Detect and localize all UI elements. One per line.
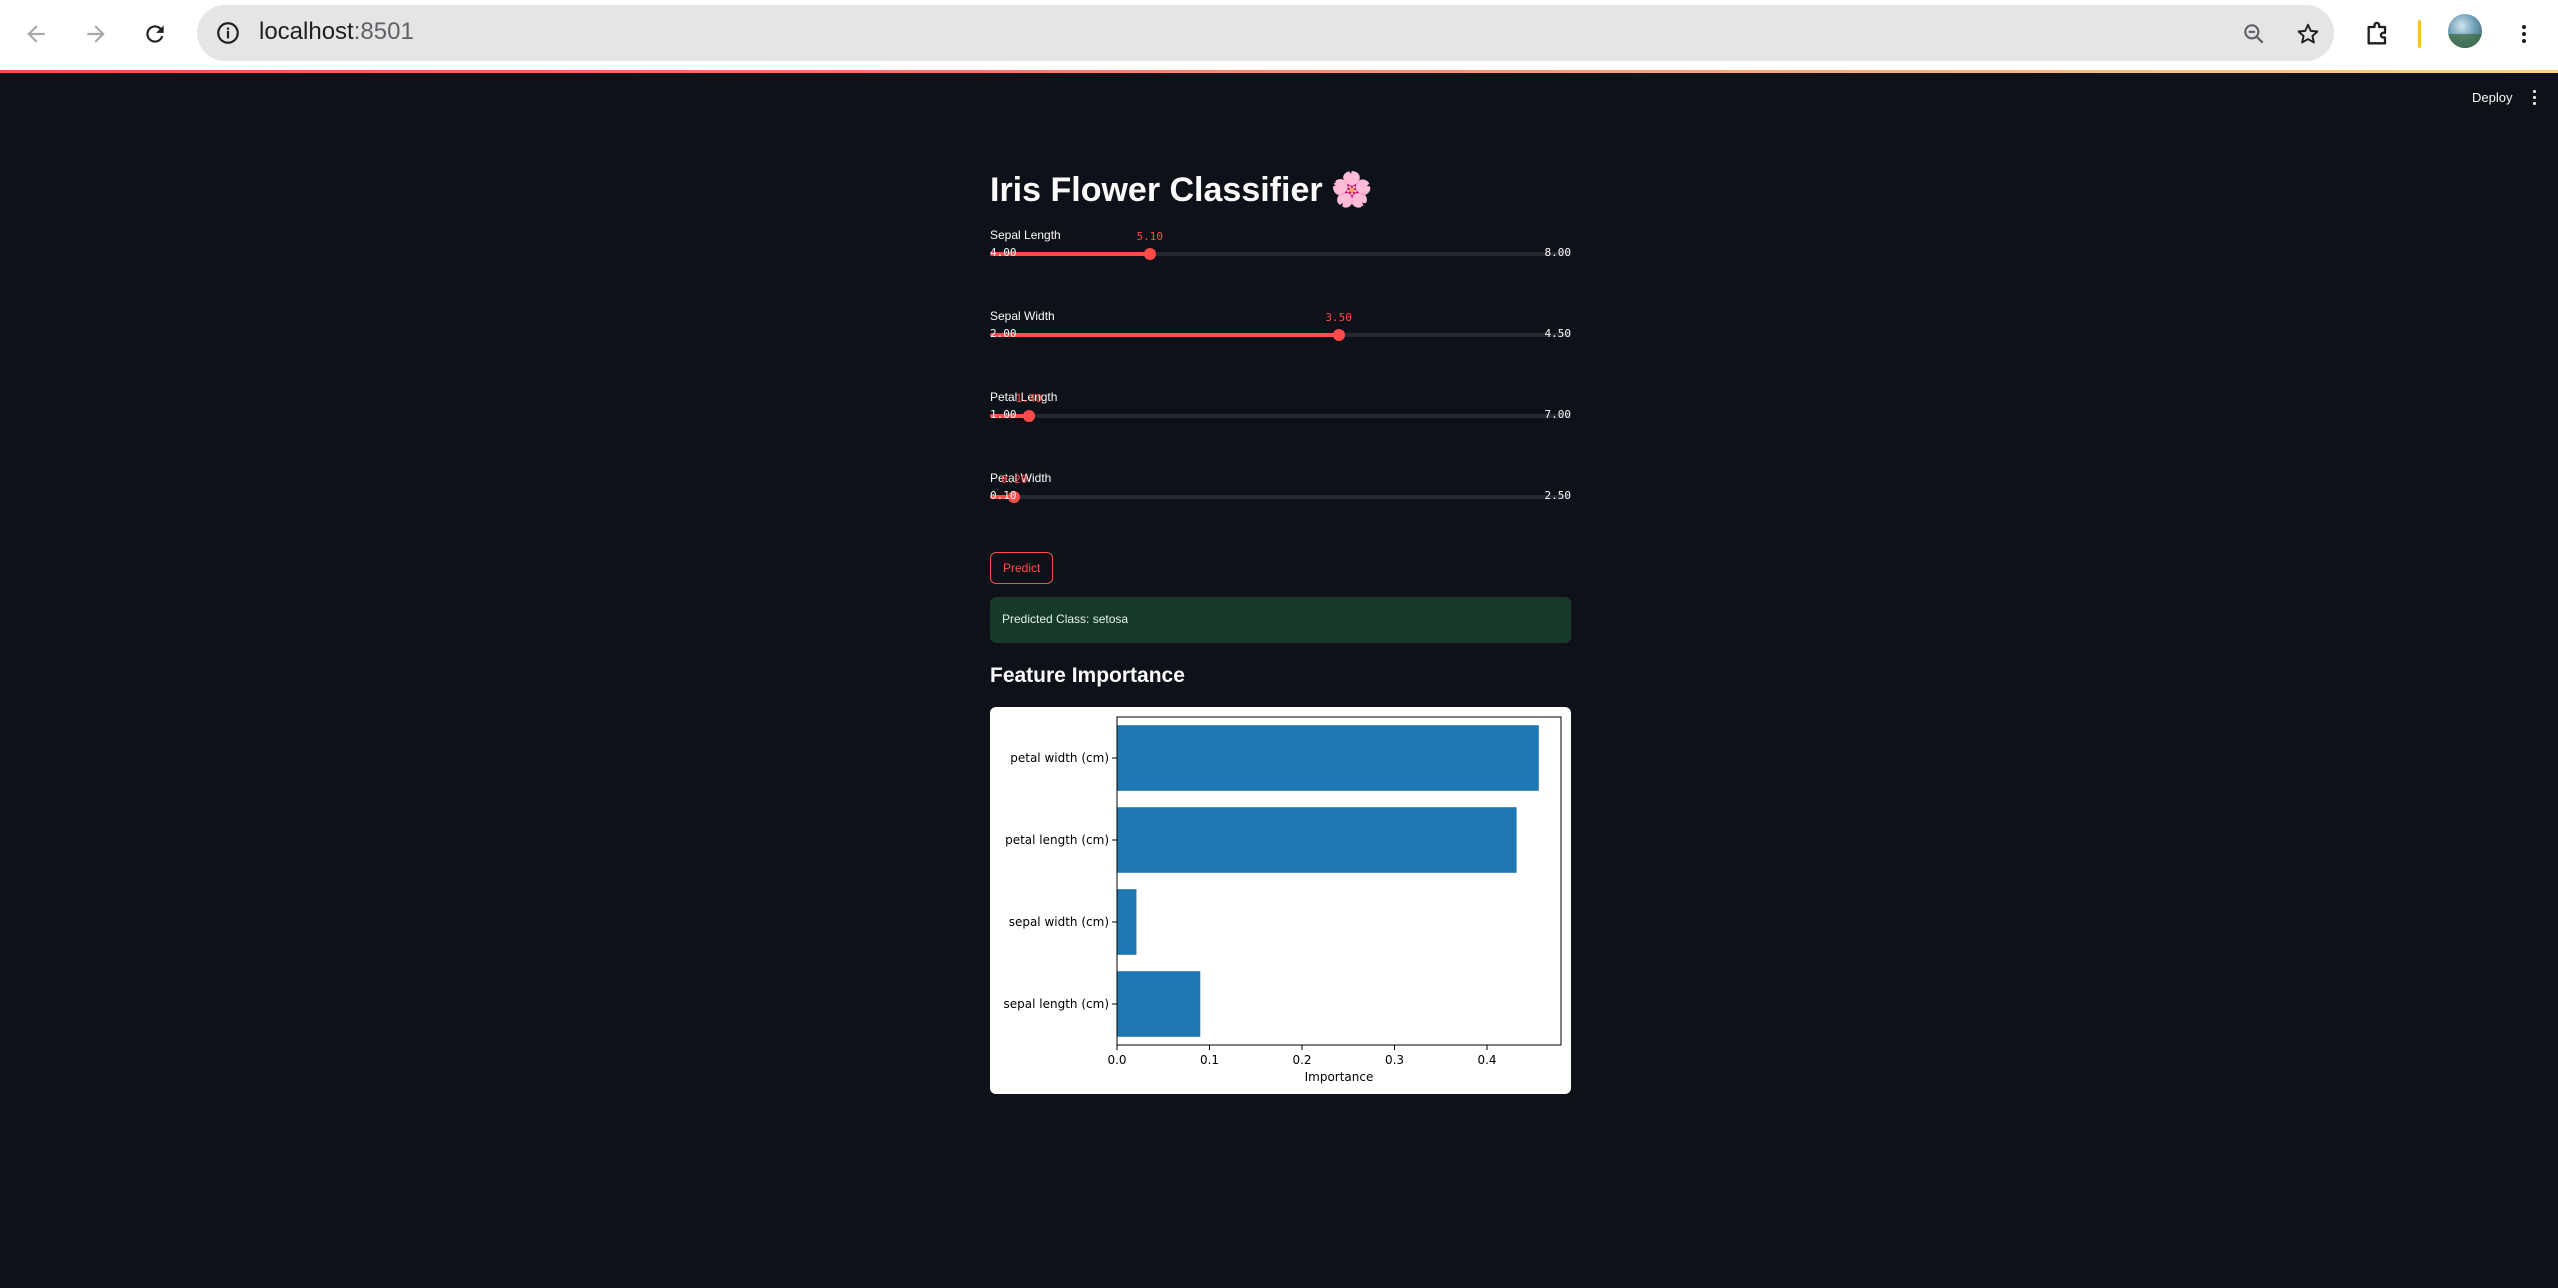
slider-value: 0.20 <box>1000 473 1028 486</box>
zoom-out-icon <box>2244 24 2264 44</box>
slider-thumb[interactable] <box>1143 248 1156 260</box>
petal-width-slider[interactable]: Petal Width 0.20 0.10 2.50 <box>990 471 1571 541</box>
x-tick-label: 0.1 <box>1200 1053 1219 1067</box>
url-port: :8501 <box>353 18 414 45</box>
browser-menu-button[interactable] <box>2504 14 2544 54</box>
kebab-menu-icon <box>2522 25 2526 43</box>
toolbar-separator <box>2418 20 2421 48</box>
arrow-right-icon <box>87 25 105 43</box>
streamlit-decoration-bar <box>0 70 2558 73</box>
x-tick-label: 0.4 <box>1477 1053 1496 1067</box>
profile-avatar[interactable] <box>2448 14 2482 48</box>
chart-bar <box>1117 807 1517 873</box>
chart-svg: sepal length (cm) sepal width (cm) petal l… <box>1004 716 1562 1084</box>
url-host: localhost <box>259 18 354 45</box>
chart-bar <box>1117 971 1201 1037</box>
slider-max: 8.00 <box>1544 246 1572 259</box>
slider-value: 1.40 <box>1015 392 1043 405</box>
browser-toolbar: localhost:8501 <box>0 0 2558 70</box>
predict-button[interactable]: Predict <box>990 552 1054 584</box>
sepal-width-slider[interactable]: Sepal Width 3.50 2.00 4.50 <box>990 309 1571 379</box>
y-tick-label: petal length (cm) <box>1005 833 1109 847</box>
puzzle-icon <box>2367 21 2387 45</box>
slider-max: 4.50 <box>1544 327 1572 340</box>
title-text: Iris Flower Classifier <box>990 171 1323 209</box>
chart-bar <box>1117 889 1137 955</box>
x-axis-label: Importance <box>1305 1070 1374 1084</box>
slider-min: 4.00 <box>990 246 1017 259</box>
slider-fill <box>990 333 1339 337</box>
sepal-length-slider[interactable]: Sepal Length 5.10 4.00 8.00 <box>990 228 1571 298</box>
cherry-blossom-icon: 🌸 <box>1330 171 1373 209</box>
slider-max: 7.00 <box>1544 408 1572 421</box>
star-icon <box>2297 23 2319 44</box>
slider-track[interactable]: 3.50 <box>990 311 1571 341</box>
x-tick-label: 0.0 <box>1107 1053 1126 1067</box>
petal-length-slider[interactable]: Petal Length 1.40 1.00 7.00 <box>990 390 1571 460</box>
slider-label: Sepal Length <box>990 228 1061 242</box>
main-menu-icon[interactable] <box>2524 86 2544 108</box>
slider-min: 1.00 <box>990 408 1017 421</box>
slider-value: 5.10 <box>1136 230 1164 243</box>
slider-value: 3.50 <box>1325 311 1352 324</box>
feature-importance-header: Feature Importance <box>990 664 1185 687</box>
slider-min: 2.00 <box>990 327 1017 340</box>
x-tick-label: 0.3 <box>1385 1053 1404 1067</box>
y-tick-label: sepal length (cm) <box>1004 997 1109 1011</box>
slider-min: 0.10 <box>990 489 1017 502</box>
deploy-button[interactable]: Deploy <box>2466 86 2518 109</box>
prediction-alert: Predicted Class: setosa <box>990 597 1571 643</box>
slider-label: Sepal Width <box>990 309 1055 323</box>
info-icon[interactable] <box>215 20 241 46</box>
slider-max: 2.50 <box>1544 489 1572 502</box>
chart-bar <box>1117 725 1539 791</box>
url-text[interactable]: localhost:8501 <box>259 18 414 46</box>
arrow-left-icon <box>27 25 45 43</box>
slider-thumb[interactable] <box>1022 410 1035 422</box>
feature-importance-chart: sepal length (cm) sepal width (cm) petal l… <box>990 707 1571 1094</box>
slider-track[interactable]: 5.10 <box>990 230 1571 260</box>
slider-track[interactable]: 1.40 <box>990 392 1571 422</box>
extensions-button[interactable] <box>2358 14 2398 54</box>
reload-button[interactable] <box>135 14 175 54</box>
reload-icon <box>146 25 164 43</box>
bookmark-button[interactable] <box>2293 19 2323 49</box>
slider-thumb[interactable] <box>1332 329 1345 341</box>
x-tick-label: 0.2 <box>1292 1053 1311 1067</box>
page-title: Iris Flower Classifier 🌸 <box>990 170 1373 210</box>
back-button[interactable] <box>16 14 56 54</box>
address-bar[interactable]: localhost:8501 <box>197 5 2334 61</box>
y-tick-label: sepal width (cm) <box>1009 915 1109 929</box>
forward-button[interactable] <box>76 14 116 54</box>
y-tick-label: petal width (cm) <box>1010 751 1109 765</box>
zoom-button[interactable] <box>2239 19 2269 49</box>
slider-track[interactable]: 0.20 <box>990 473 1571 503</box>
